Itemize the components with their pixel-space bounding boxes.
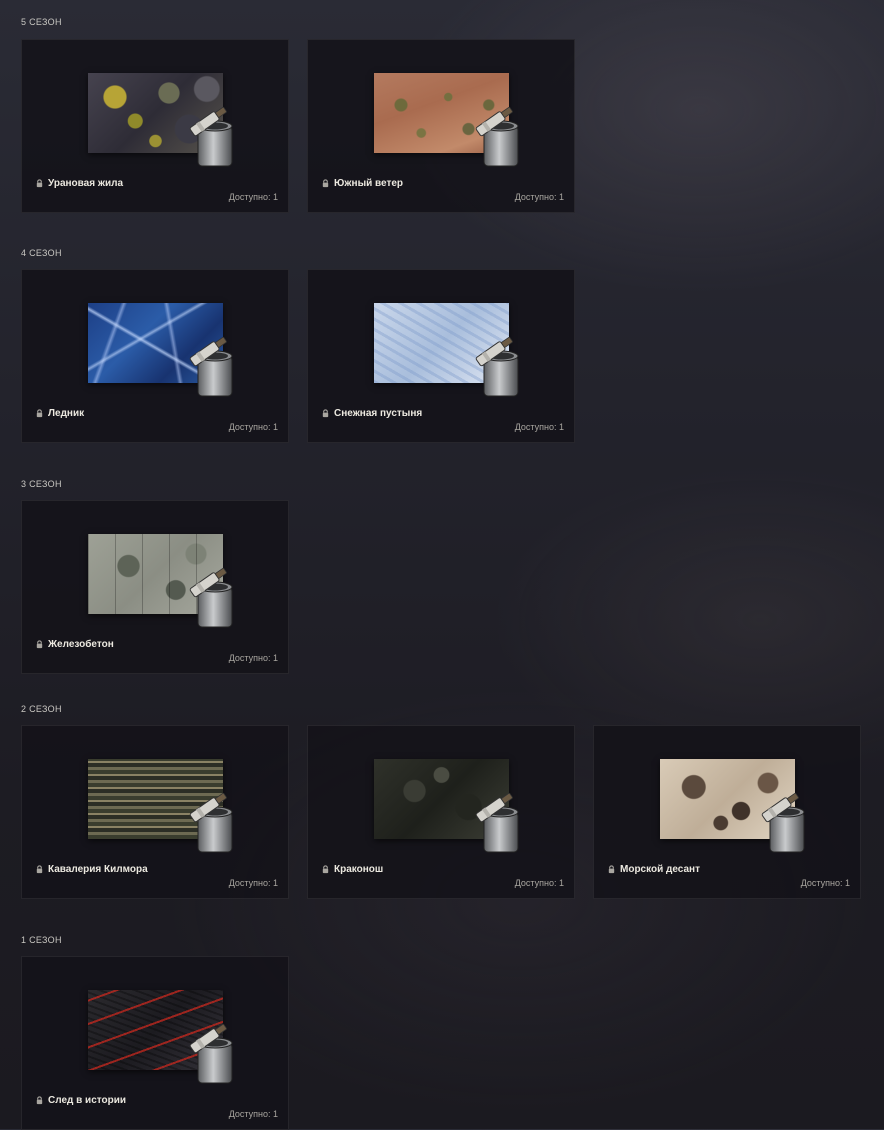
available-count: Доступно: 1 <box>228 192 278 202</box>
paint-can-icon <box>475 792 519 853</box>
season-title: 5 СЕЗОН <box>21 17 62 27</box>
available-count: Доступно: 1 <box>228 422 278 432</box>
paint-can-icon <box>475 336 519 397</box>
lock-icon <box>322 865 329 874</box>
camo-card-snow-desert[interactable]: Снежная пустыня Доступно: 1 <box>307 269 575 443</box>
camo-card-kilmore-cavalry[interactable]: Кавалерия Килмора Доступно: 1 <box>21 725 289 899</box>
available-count: Доступно: 1 <box>228 653 278 663</box>
available-count: Доступно: 1 <box>514 422 564 432</box>
paint-can-icon <box>189 336 233 397</box>
lock-icon <box>36 1096 43 1105</box>
camo-name-row: Южный ветер <box>321 178 403 189</box>
camo-card-mark-in-history[interactable]: След в истории Доступно: 1 <box>21 956 289 1130</box>
lock-icon <box>36 179 43 188</box>
camo-name: След в истории <box>48 1095 127 1106</box>
camo-name-row: Урановая жила <box>35 178 123 189</box>
lock-icon <box>322 409 329 418</box>
available-count: Доступно: 1 <box>228 1109 278 1119</box>
camo-name: Железобетон <box>48 639 114 650</box>
season-title: 1 СЕЗОН <box>21 935 62 945</box>
paint-can-icon <box>189 792 233 853</box>
camo-card-krakonosh[interactable]: Краконош Доступно: 1 <box>307 725 575 899</box>
camo-name: Южный ветер <box>334 178 404 189</box>
camo-name-row: След в истории <box>35 1095 126 1106</box>
camo-card-reinforced-concrete[interactable]: Железобетон Доступно: 1 <box>21 500 289 674</box>
lock-icon <box>36 865 43 874</box>
available-count: Доступно: 1 <box>514 192 564 202</box>
camo-name-row: Снежная пустыня <box>321 408 422 419</box>
camo-card-uranium-vein[interactable]: Урановая жила Доступно: 1 <box>21 39 289 213</box>
camo-card-marine-landing[interactable]: Морской десант Доступно: 1 <box>593 725 861 899</box>
lock-icon <box>36 640 43 649</box>
camo-card-south-wind[interactable]: Южный ветер Доступно: 1 <box>307 39 575 213</box>
season-title: 2 СЕЗОН <box>21 704 62 714</box>
camo-name-row: Морской десант <box>607 864 700 875</box>
season-title: 4 СЕЗОН <box>21 248 62 258</box>
camo-name: Краконош <box>334 864 384 875</box>
paint-can-icon <box>189 567 233 628</box>
available-count: Доступно: 1 <box>514 878 564 888</box>
paint-can-icon <box>475 106 519 167</box>
paint-can-icon <box>189 106 233 167</box>
paint-can-icon <box>761 792 805 853</box>
camo-card-glacier[interactable]: Ледник Доступно: 1 <box>21 269 289 443</box>
camo-name-row: Железобетон <box>35 639 114 650</box>
camo-name-row: Ледник <box>35 408 84 419</box>
camo-name-row: Краконош <box>321 864 383 875</box>
available-count: Доступно: 1 <box>228 878 278 888</box>
lock-icon <box>608 865 615 874</box>
season-title: 3 СЕЗОН <box>21 479 62 489</box>
camo-name: Ледник <box>48 408 85 419</box>
camo-name: Урановая жила <box>48 178 123 189</box>
camo-name: Кавалерия Килмора <box>48 864 148 875</box>
lock-icon <box>36 409 43 418</box>
lock-icon <box>322 179 329 188</box>
paint-can-icon <box>189 1023 233 1084</box>
available-count: Доступно: 1 <box>800 878 850 888</box>
camo-name-row: Кавалерия Килмора <box>35 864 148 875</box>
camo-name: Морской десант <box>620 864 700 875</box>
camo-name: Снежная пустыня <box>334 408 423 419</box>
